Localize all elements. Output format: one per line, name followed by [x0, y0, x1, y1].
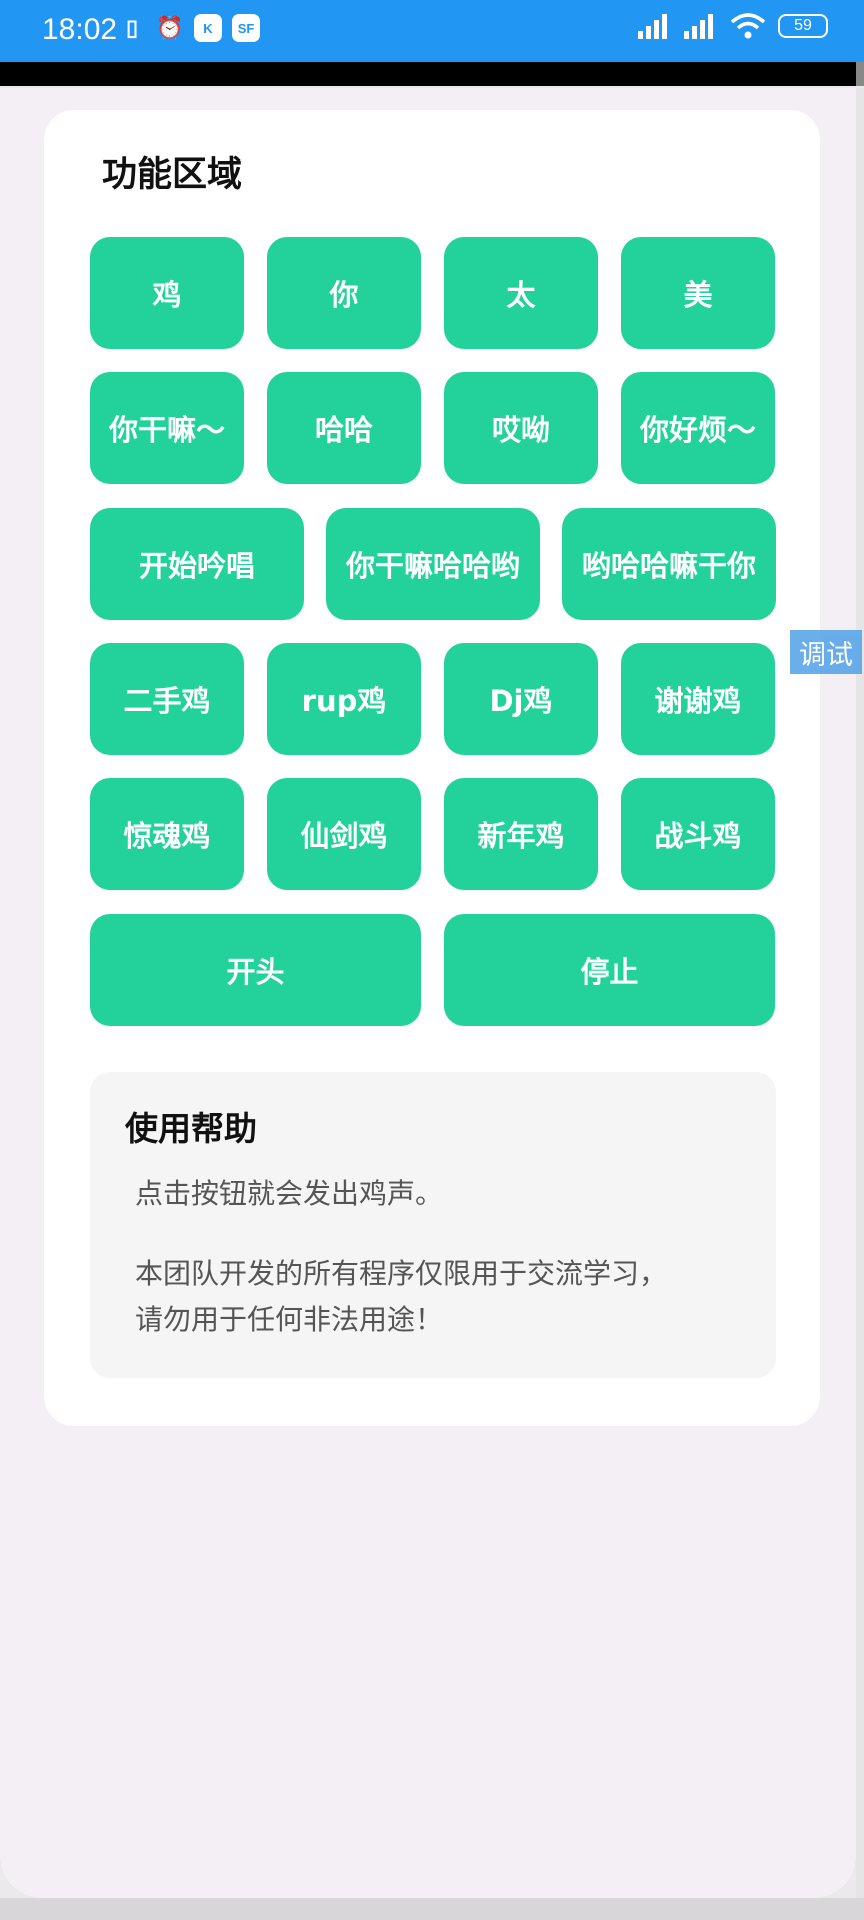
sf-app-icon: SF — [232, 14, 260, 42]
sound-button-ni[interactable]: 你 — [267, 237, 421, 349]
sound-button-rup-ji[interactable]: rup鸡 — [267, 643, 421, 755]
wifi-icon — [730, 13, 766, 39]
k-app-icon: K — [194, 14, 222, 42]
status-bar: 18:02 ▯ ⏰ K SF 59 — [0, 0, 864, 62]
sound-button-nigansha-hahayo[interactable]: 你干嘛哈哈哟 — [326, 508, 540, 620]
sound-button-haha[interactable]: 哈哈 — [267, 372, 421, 484]
phone-icon: ▯ — [125, 15, 139, 40]
help-line-2: 本团队开发的所有程序仅限用于交流学习， — [135, 1257, 668, 1290]
sound-button-newyear-ji[interactable]: 新年鸡 — [444, 778, 598, 890]
section-title: 功能区域 — [102, 155, 243, 195]
rail-top — [856, 62, 864, 86]
battery-icon: 59 — [778, 14, 828, 38]
signal-icon-2 — [684, 14, 713, 39]
sound-button-ji[interactable]: 鸡 — [90, 237, 244, 349]
sound-button-battle-ji[interactable]: 战斗鸡 — [621, 778, 775, 890]
sound-button-aiyo[interactable]: 哎呦 — [444, 372, 598, 484]
sound-button-scare-ji[interactable]: 惊魂鸡 — [90, 778, 244, 890]
signal-icon — [638, 14, 667, 39]
sound-button-dj-ji[interactable]: Dj鸡 — [444, 643, 598, 755]
help-line-1: 点击按钮就会发出鸡声。 — [135, 1177, 444, 1210]
status-right-icons: 59 — [638, 12, 828, 40]
help-line-3: 请勿用于任何非法用途！ — [135, 1303, 444, 1336]
bottom-edge — [0, 1898, 864, 1920]
sound-button-tai[interactable]: 太 — [444, 237, 598, 349]
sound-button-yohaha-reversed[interactable]: 哟哈哈嘛干你 — [562, 508, 776, 620]
function-card: 功能区域 鸡 你 太 美 你干嘛～ 哈哈 哎呦 你好烦～ 开始吟唱 你干嘛哈哈哟… — [44, 110, 820, 1426]
stop-button[interactable]: 停止 — [444, 914, 775, 1026]
help-box: 使用帮助 点击按钮就会发出鸡声。 本团队开发的所有程序仅限用于交流学习， 请勿用… — [90, 1072, 776, 1378]
sound-button-second-hand-ji[interactable]: 二手鸡 — [90, 643, 244, 755]
sound-button-thanks-ji[interactable]: 谢谢鸡 — [621, 643, 775, 755]
sound-button-xianjian-ji[interactable]: 仙剑鸡 — [267, 778, 421, 890]
status-time: 18:02 — [42, 13, 118, 46]
underlying-status-strip — [0, 62, 856, 86]
sound-button-mei[interactable]: 美 — [621, 237, 775, 349]
sound-button-nihaofan[interactable]: 你好烦～ — [621, 372, 775, 484]
debug-button[interactable]: 调试 — [790, 630, 862, 674]
help-title: 使用帮助 — [125, 1109, 257, 1148]
sound-button-start-chant[interactable]: 开始吟唱 — [90, 508, 304, 620]
alarm-icon: ⏰ — [156, 15, 184, 40]
intro-button[interactable]: 开头 — [90, 914, 421, 1026]
scroll-rail — [856, 88, 864, 1898]
status-left-icons: ▯ ⏰ K SF — [118, 14, 260, 42]
sound-button-nigansha[interactable]: 你干嘛～ — [90, 372, 244, 484]
